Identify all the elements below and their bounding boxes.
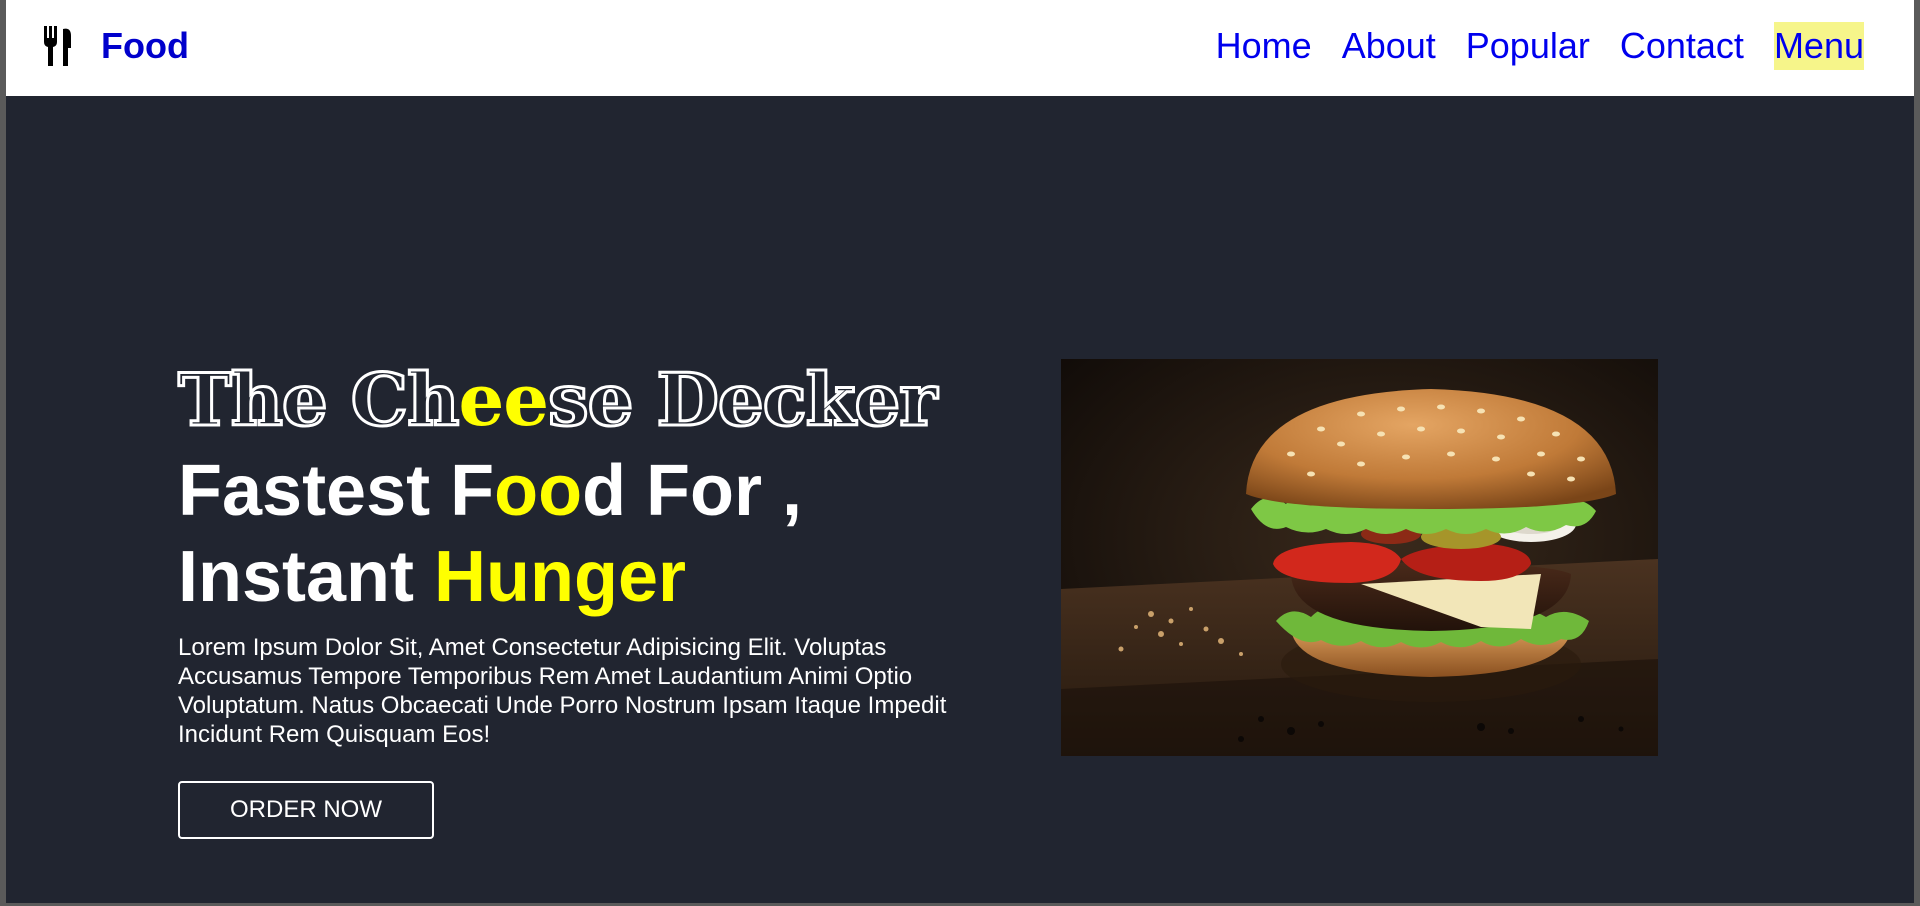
navbar: Food Home About Popular Contact Menu: [6, 0, 1914, 96]
hero-line1-part2: d For ,: [582, 451, 803, 531]
cheeseburger-image: [1061, 359, 1658, 756]
fork-knife-icon: [43, 26, 73, 66]
hero-description: Lorem Ipsum Dolor Sit, Amet Consectetur …: [178, 634, 947, 748]
nav-link-contact[interactable]: Contact: [1620, 22, 1744, 70]
hero-title-part2: se Decker: [547, 356, 939, 444]
brand-name: Food: [101, 25, 189, 66]
hero-line1-part1: Fastest F: [178, 451, 495, 531]
hero-heading: Fastest Food For , Instant Hunger: [178, 448, 802, 620]
hero-title: The Cheese Decker: [176, 355, 939, 445]
page: Food Home About Popular Contact Menu The…: [6, 0, 1914, 903]
hero-title-highlight: ee: [458, 357, 549, 442]
hero-line2-highlight: Hunger: [434, 537, 687, 617]
nav-link-menu[interactable]: Menu: [1773, 22, 1864, 70]
brand-logo-link[interactable]: Food: [43, 20, 189, 72]
hero-line1-highlight: oo: [494, 451, 583, 531]
order-now-button[interactable]: ORDER NOW: [178, 781, 434, 839]
main-nav: Home About Popular Contact Menu: [1216, 22, 1864, 70]
nav-link-about[interactable]: About: [1342, 22, 1436, 70]
nav-link-home[interactable]: Home: [1216, 22, 1312, 70]
hero-line2-part1: Instant: [178, 537, 435, 617]
nav-link-popular[interactable]: Popular: [1466, 22, 1590, 70]
hero-title-part1: The Ch: [176, 356, 460, 444]
